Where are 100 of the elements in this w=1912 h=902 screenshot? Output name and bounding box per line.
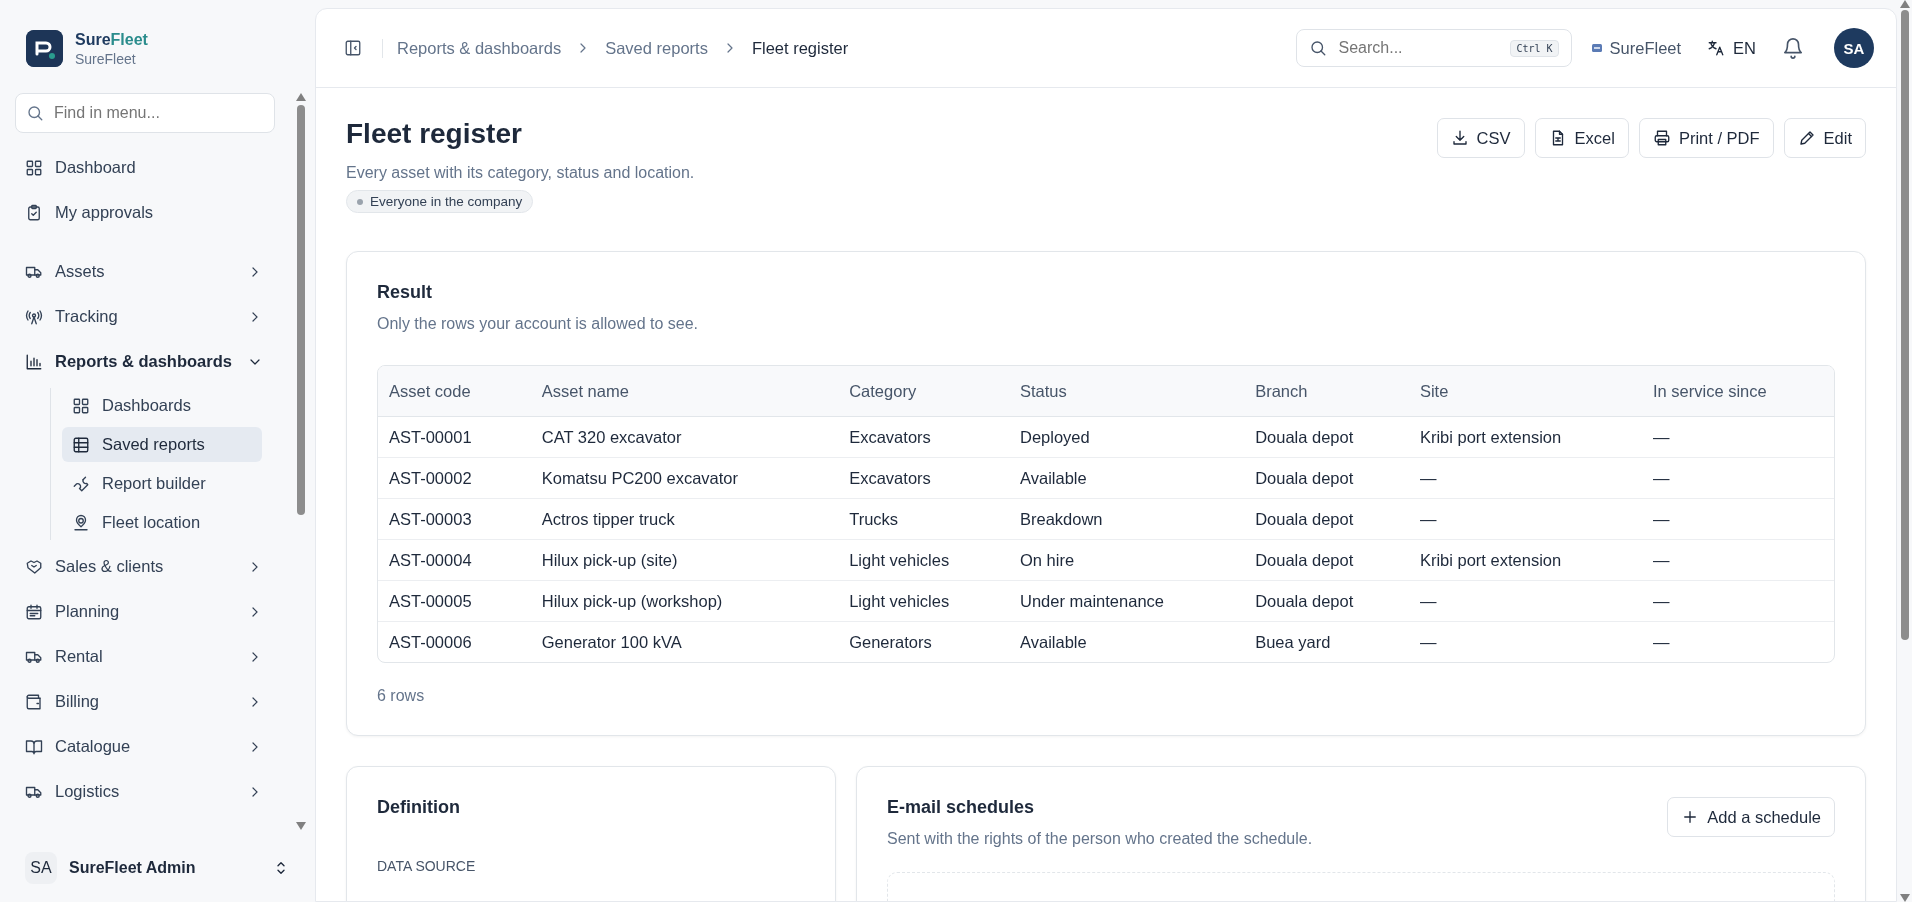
- menu-search-field[interactable]: Find in menu...: [15, 93, 275, 133]
- scrollbar[interactable]: [295, 93, 307, 830]
- sidebar-group[interactable]: Tracking: [15, 294, 273, 339]
- sidebar-group[interactable]: Planning: [15, 589, 273, 634]
- search-icon: [1308, 39, 1327, 57]
- table-cell: —: [1408, 621, 1642, 662]
- table-cell: CAT 320 excavator: [530, 416, 839, 458]
- download-icon: [1450, 129, 1469, 147]
- book-icon: [25, 737, 43, 756]
- add-schedule-button[interactable]: Add a schedule: [1667, 797, 1835, 837]
- shortcut-hint: Ctrl K: [1510, 39, 1559, 57]
- company-switcher[interactable]: SureFleet: [1585, 34, 1688, 62]
- table-cell: Available: [1009, 457, 1245, 499]
- table-cell: —: [1642, 457, 1834, 499]
- table-cell: AST-00003: [378, 498, 531, 540]
- sidebar-group[interactable]: Assets: [15, 249, 273, 294]
- sidebar-group[interactable]: Logistics: [15, 769, 273, 814]
- table-cell: —: [1642, 539, 1834, 581]
- card-title: E-mail schedules: [887, 797, 1036, 818]
- grid-icon: [72, 396, 90, 415]
- column-header: Asset code: [378, 366, 531, 417]
- sidebar-group[interactable]: Sales & clients: [15, 544, 273, 589]
- brand-name: SureFleet: [75, 30, 148, 49]
- calendar-icon: [25, 602, 43, 621]
- column-header: Branch: [1244, 366, 1409, 417]
- page-title: Fleet register: [346, 118, 523, 150]
- table-cell: —: [1408, 498, 1642, 540]
- brand-subtitle: SureFleet: [75, 50, 137, 67]
- column-header: Site: [1408, 366, 1642, 417]
- global-search-field[interactable]: Search... Ctrl K: [1295, 29, 1572, 67]
- card-subtitle: Only the rows your account is allowed to see.: [377, 315, 700, 333]
- bell-icon: [1782, 37, 1804, 59]
- table-cell: Excavators: [838, 457, 1009, 499]
- company-icon: [1591, 44, 1602, 52]
- table-cell: Douala depot: [1244, 416, 1409, 458]
- table-cell: Deployed: [1009, 416, 1245, 458]
- language-button[interactable]: EN: [1701, 34, 1762, 62]
- table-cell: —: [1642, 498, 1834, 540]
- map-pin-icon: [72, 513, 90, 532]
- table-cell: Available: [1009, 621, 1245, 662]
- grid-icon: [25, 158, 43, 177]
- table-cell: Light vehicles: [838, 580, 1009, 622]
- table-cell: AST-00001: [378, 416, 531, 458]
- sidebar-group[interactable]: Billing: [15, 679, 273, 724]
- table-cell: On hire: [1009, 539, 1245, 581]
- scroll-down-icon[interactable]: [1899, 894, 1910, 902]
- card-title: Definition: [377, 797, 461, 818]
- sidebar-item[interactable]: My approvals: [15, 190, 273, 235]
- column-header: In service since: [1642, 366, 1834, 417]
- page-subtitle: Every asset with its category, status and location.: [346, 164, 695, 182]
- table-cell: —: [1408, 580, 1642, 622]
- table-cell: Douala depot: [1244, 580, 1409, 622]
- sidebar-group[interactable]: Reports & dashboards: [15, 339, 273, 384]
- table-cell: Kribi port extension: [1408, 416, 1642, 458]
- printer-icon: [1652, 129, 1671, 147]
- action-button[interactable]: Print / PDF: [1638, 118, 1774, 158]
- table-cell: Excavators: [838, 416, 1009, 458]
- user-name[interactable]: SureFleet Admin: [69, 859, 260, 877]
- sidebar-group[interactable]: Rental: [15, 634, 273, 679]
- table-cell: Breakdown: [1009, 498, 1245, 540]
- table-cell: Kribi port extension: [1408, 539, 1642, 581]
- table-cell: —: [1642, 621, 1834, 662]
- scrollbar[interactable]: [1897, 0, 1912, 902]
- visibility-tag: Everyone in the company: [346, 190, 534, 213]
- bar-chart-icon: [25, 352, 43, 371]
- menu-search-input[interactable]: Find in menu...: [52, 103, 236, 123]
- clipboard-check-icon: [25, 203, 43, 222]
- sidebar-subitem[interactable]: Fleet location: [62, 505, 262, 540]
- table-cell: Buea yard: [1244, 621, 1409, 662]
- action-button[interactable]: Edit: [1783, 118, 1866, 158]
- table-cell: Douala depot: [1244, 498, 1409, 540]
- table-cell: Light vehicles: [838, 539, 1009, 581]
- sidebar-group[interactable]: Catalogue: [15, 724, 273, 769]
- column-header: Status: [1009, 366, 1245, 417]
- sidebar-item[interactable]: Dashboard: [15, 145, 273, 190]
- breadcrumb-link[interactable]: Fleet register: [751, 38, 849, 58]
- pencil-icon: [1797, 129, 1816, 147]
- translate-icon: [1707, 39, 1726, 57]
- card-title: Result: [377, 282, 433, 303]
- breadcrumb-link[interactable]: Saved reports: [605, 38, 708, 58]
- user-avatar[interactable]: SA: [1834, 28, 1874, 68]
- scroll-down-icon[interactable]: [296, 822, 306, 830]
- action-button[interactable]: CSV: [1436, 118, 1525, 158]
- table-cell: Komatsu PC200 excavator: [530, 457, 839, 499]
- table-cell: Douala depot: [1244, 539, 1409, 581]
- action-button[interactable]: Excel: [1534, 118, 1629, 158]
- row-count: 6 rows: [377, 687, 426, 705]
- breadcrumb-link[interactable]: Reports & dashboards: [397, 38, 562, 58]
- table-cell: Hilux pick-up (site): [530, 539, 839, 581]
- column-header: Asset name: [530, 366, 839, 417]
- sidebar-subitem[interactable]: Saved reports: [62, 427, 262, 462]
- table-icon: [72, 435, 90, 454]
- sidebar-subitem[interactable]: Report builder: [62, 466, 262, 501]
- sidebar-subitem[interactable]: Dashboards: [62, 388, 262, 423]
- wallet-icon: [25, 692, 43, 711]
- scroll-up-icon[interactable]: [1899, 0, 1910, 8]
- table-cell: —: [1642, 580, 1834, 622]
- scroll-up-icon[interactable]: [296, 93, 306, 101]
- table-cell: Douala depot: [1244, 457, 1409, 499]
- table-cell: AST-00004: [378, 539, 531, 581]
